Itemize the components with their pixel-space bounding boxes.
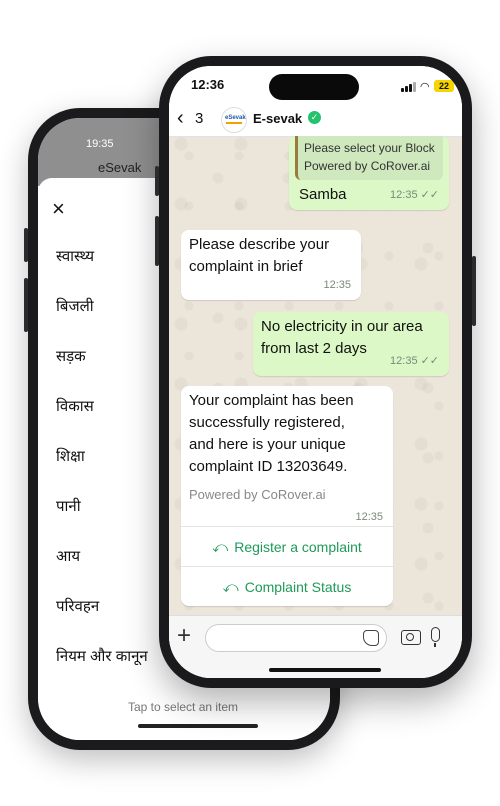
close-icon[interactable]: × — [52, 196, 65, 222]
camera-icon[interactable] — [401, 630, 421, 645]
back-app-title: eSevak — [98, 160, 142, 175]
outgoing-message-samba[interactable]: Please select your Block Powered by CoRo… — [289, 136, 449, 210]
back-phone-volume-up — [24, 228, 28, 262]
message-composer: + — [169, 615, 462, 678]
front-phone-action-button — [155, 166, 159, 196]
quoted-message[interactable]: Please select your Block Powered by CoRo… — [295, 136, 443, 180]
message-time: 12:35 — [390, 355, 418, 367]
back-chevron-icon[interactable]: ‹ — [177, 108, 184, 128]
menu-item-transport[interactable]: परिवहन — [56, 596, 99, 616]
status-time: 12:36 — [191, 77, 225, 92]
button-label: Register a complaint — [234, 539, 362, 555]
menu-item-water[interactable]: पानी — [56, 496, 81, 516]
message-time: 12:35 — [390, 189, 418, 201]
front-phone: 12:36 ◠ 22 ‹ 3 eSevak E-sevak ✓ Please s… — [155, 56, 476, 688]
dynamic-island — [269, 74, 359, 100]
home-indicator — [269, 668, 381, 672]
reply-arrow-icon: ⤺ — [222, 579, 239, 596]
menu-item-income[interactable]: आय — [56, 546, 80, 566]
message-time: 12:35 — [323, 279, 351, 291]
back-unread-count[interactable]: 3 — [195, 110, 203, 127]
register-complaint-button[interactable]: ⤺ Register a complaint — [181, 526, 393, 567]
front-phone-volume-up — [155, 216, 159, 266]
message-text-line-1: Your complaint has been — [189, 392, 354, 409]
message-input[interactable] — [205, 624, 387, 652]
picker-hint: Tap to select an item — [128, 700, 239, 714]
powered-by-footer: Powered by CoRover.ai — [189, 487, 326, 502]
menu-item-education[interactable]: शिक्षा — [56, 446, 85, 466]
message-text-line-2: from last 2 days — [261, 340, 367, 357]
wifi-icon: ◠ — [420, 81, 430, 93]
double-check-icon: ✓✓ — [420, 355, 439, 367]
signal-icon — [401, 82, 417, 92]
outgoing-message-no-electricity[interactable]: No electricity in our area from last 2 d… — [253, 312, 449, 376]
reply-arrow-icon: ⤺ — [212, 539, 229, 556]
avatar-logo-bar — [226, 122, 242, 124]
message-text-line-4: complaint ID 13203649. — [189, 458, 348, 475]
menu-item-health[interactable]: स्वास्थ्य — [56, 246, 94, 266]
battery-icon: 22 — [434, 80, 454, 92]
message-meta: 12:35 ✓✓ — [390, 350, 439, 372]
menu-item-law[interactable]: नियम और कानून — [56, 646, 148, 666]
double-check-icon: ✓✓ — [420, 189, 439, 201]
quoted-text-line-2: Powered by CoRover.ai — [304, 159, 431, 173]
status-bar: 12:36 ◠ 22 — [169, 66, 462, 102]
sticker-icon[interactable] — [363, 630, 379, 646]
message-text-line-3: and here is your unique — [189, 436, 346, 453]
message-text-line-2: complaint in brief — [189, 258, 303, 275]
menu-item-development[interactable]: विकास — [56, 396, 94, 416]
contact-name[interactable]: E-sevak — [253, 111, 302, 126]
chat-header: ‹ 3 eSevak E-sevak ✓ — [169, 102, 462, 137]
microphone-icon[interactable] — [431, 627, 440, 647]
quoted-text-line-1: Please select your Block — [304, 141, 435, 155]
message-text-line-2: successfully registered, — [189, 414, 345, 431]
avatar[interactable]: eSevak — [221, 107, 247, 133]
verified-badge-icon: ✓ — [308, 111, 321, 124]
avatar-logo-text: eSevak — [225, 115, 246, 121]
message-text-line-1: Please describe your — [189, 236, 330, 253]
message-time: 12:35 — [355, 511, 383, 523]
incoming-message-registered[interactable]: Your complaint has been successfully reg… — [181, 386, 393, 606]
chat-screen: 12:36 ◠ 22 ‹ 3 eSevak E-sevak ✓ Please s… — [169, 66, 462, 678]
message-text-line-1: No electricity in our area — [261, 318, 423, 335]
menu-item-road[interactable]: सड़क — [56, 346, 86, 366]
message-meta: 12:35 ✓✓ — [390, 184, 439, 206]
message-text: Samba — [299, 186, 347, 203]
complaint-status-button[interactable]: ⤺ Complaint Status — [181, 566, 393, 607]
menu-item-electricity[interactable]: बिजली — [56, 296, 94, 316]
plus-icon[interactable]: + — [177, 622, 191, 650]
incoming-message-describe[interactable]: Please describe your complaint in brief … — [181, 230, 361, 300]
back-phone-volume-down — [24, 278, 28, 332]
button-label: Complaint Status — [244, 579, 352, 595]
back-home-indicator — [138, 724, 258, 728]
back-status-time: 19:35 — [86, 138, 114, 150]
front-phone-power-button — [472, 256, 476, 326]
